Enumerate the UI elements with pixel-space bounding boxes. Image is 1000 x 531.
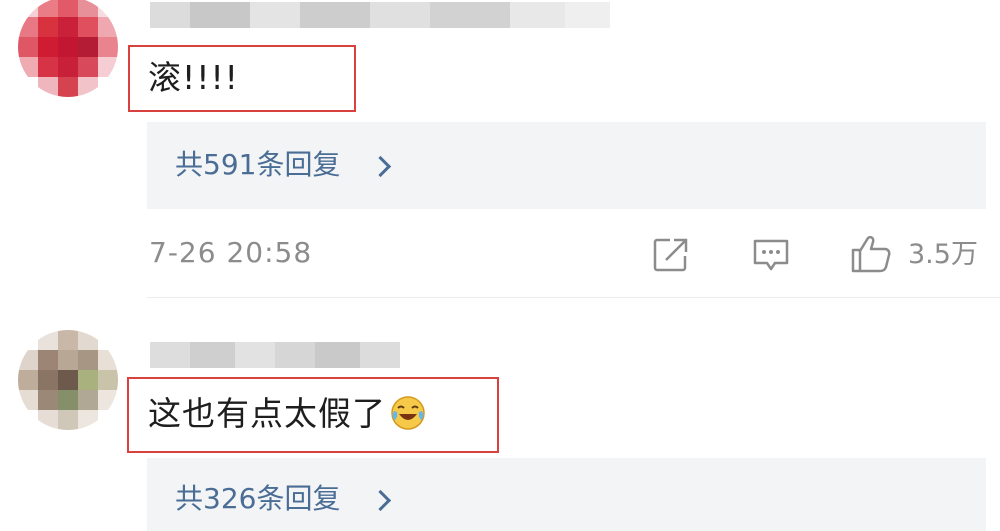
comment-text: 这也有点太假了 <box>148 394 426 434</box>
divider <box>147 297 1000 298</box>
avatar-blurred[interactable] <box>18 330 118 430</box>
laughing-crying-emoji-icon <box>391 396 425 430</box>
share-icon[interactable] <box>652 237 690 273</box>
comment-text-content: 这也有点太假了 <box>148 394 386 433</box>
username-blurred[interactable] <box>150 2 610 28</box>
replies-link[interactable]: 共591条回复 <box>175 148 340 182</box>
thumbs-up-icon[interactable] <box>850 234 892 274</box>
username-blurred[interactable] <box>150 342 400 368</box>
comment-icon[interactable] <box>751 237 791 273</box>
chevron-right-icon <box>369 155 392 178</box>
chevron-right-icon <box>369 489 392 512</box>
replies-link[interactable]: 共326条回复 <box>175 482 340 516</box>
replies-panel[interactable]: 共591条回复 <box>147 122 986 209</box>
like-count: 3.5万 <box>908 239 978 270</box>
avatar-blurred[interactable] <box>18 0 118 97</box>
replies-panel[interactable]: 共326条回复 <box>147 458 986 531</box>
timestamp: 7-26 20:58 <box>149 236 313 269</box>
comment-text: 滚!!!! <box>148 58 239 97</box>
